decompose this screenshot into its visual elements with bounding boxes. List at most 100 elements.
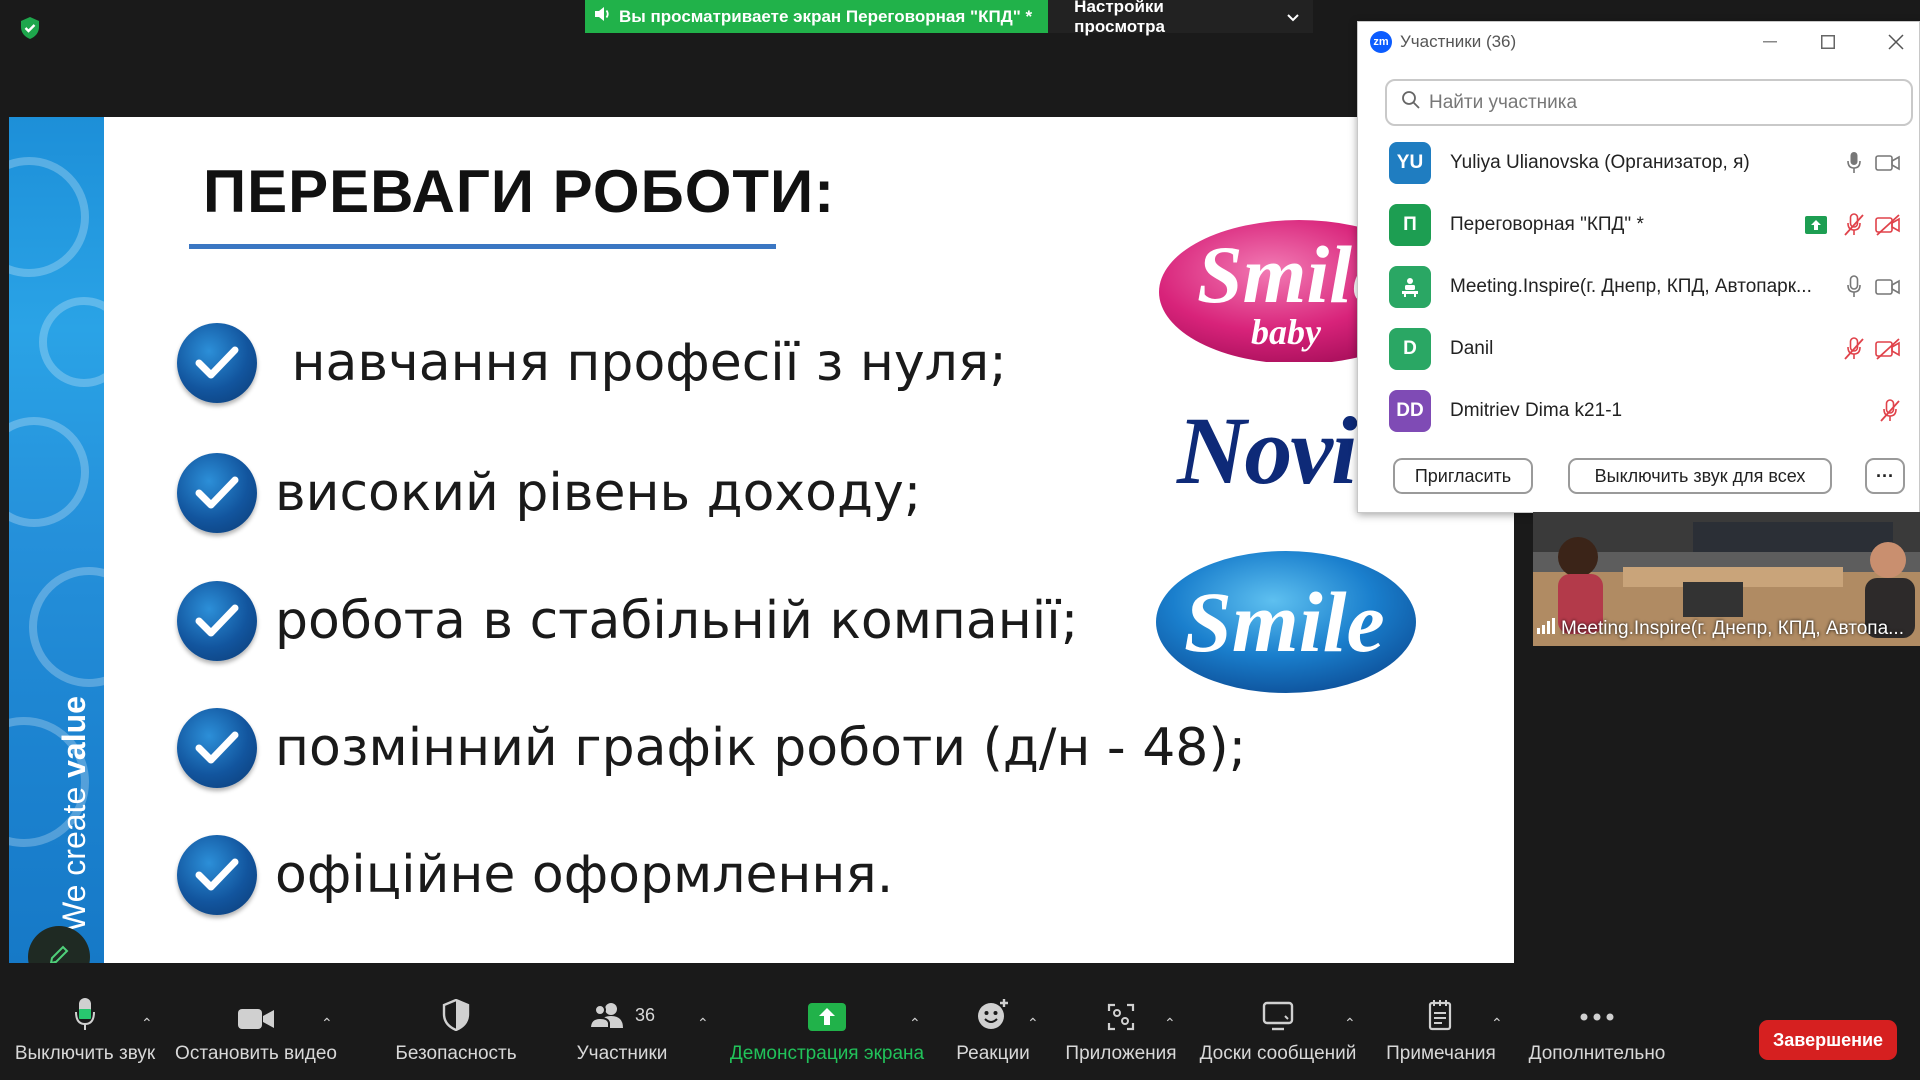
notes-button[interactable]: Примечания <box>1385 975 1497 1080</box>
reactions-button[interactable]: Реакции <box>950 975 1036 1080</box>
participant-row[interactable]: D Danil <box>1358 318 1919 380</box>
mute-label: Выключить звук <box>14 1043 156 1064</box>
participant-search-box[interactable] <box>1385 79 1913 126</box>
share-label: Демонстрация экрана <box>729 1043 925 1064</box>
slogan-light-text: We create <box>56 777 92 932</box>
participants-count: 36 <box>634 1004 656 1025</box>
notes-options-caret[interactable]: ⌃ <box>1491 1015 1503 1032</box>
microphone-muted-icon[interactable] <box>1841 336 1867 362</box>
participant-row[interactable]: YU Yuliya Ulianovska (Организатор, я) <box>1358 132 1919 194</box>
participant-row[interactable]: П Переговорная "КПД" * <box>1358 194 1919 256</box>
share-screen-icon <box>808 1003 846 1031</box>
participant-row[interactable]: Meeting.Inspire(г. Днепр, КПД, Автопарк.… <box>1358 256 1919 318</box>
share-screen-button[interactable]: Демонстрация экрана <box>730 975 924 1080</box>
microphone-muted-icon[interactable] <box>1877 398 1903 424</box>
mute-options-caret[interactable]: ⌃ <box>141 1015 153 1032</box>
bullet-text: позмінний графік роботи (д/н - 48); <box>275 718 1247 778</box>
maximize-button[interactable] <box>1813 28 1843 56</box>
more-button[interactable]: Дополнительно <box>1526 975 1668 1080</box>
slide-side-strip: We create value <box>9 117 104 963</box>
search-icon <box>1401 90 1421 115</box>
bullet-text: високий рівень доходу; <box>275 463 922 523</box>
whiteboards-label: Доски сообщений <box>1199 1043 1357 1064</box>
more-options-button[interactable]: ··· <box>1865 458 1905 494</box>
screen-share-banner: Вы просматриваете экран Переговорная "КП… <box>585 0 1314 36</box>
whiteboard-icon <box>1262 1001 1294 1031</box>
video-off-icon[interactable] <box>1875 212 1901 238</box>
reactions-label: Реакции <box>956 1043 1030 1064</box>
apps-options-caret[interactable]: ⌃ <box>1164 1015 1176 1032</box>
reactions-options-caret[interactable]: ⌃ <box>1027 1015 1039 1032</box>
security-button[interactable]: Безопасность <box>395 975 517 1080</box>
title-underline <box>189 244 776 249</box>
meeting-room-icon <box>1402 278 1418 297</box>
smile-logo: Smile <box>1156 551 1416 693</box>
close-button[interactable] <box>1881 28 1911 56</box>
participants-panel: zm Участники (36) YU Yuliya Ulianovska (… <box>1357 21 1920 513</box>
invite-button[interactable]: Пригласить <box>1393 458 1533 494</box>
chevron-down-icon <box>1287 7 1299 27</box>
microphone-icon[interactable] <box>1841 150 1867 176</box>
thumbnail-label: Meeting.Inspire(г. Днепр, КПД, Автопа... <box>1537 618 1904 640</box>
shared-screen-slide: We create value ПЕРЕВАГИ РОБОТИ: навчанн… <box>9 117 1514 963</box>
end-meeting-button[interactable]: Завершение <box>1759 1020 1897 1060</box>
meeting-toolbar: Выключить звук ⌃ Остановить видео ⌃ Безо… <box>0 975 1920 1080</box>
thumbnail-name: Meeting.Inspire(г. Днепр, КПД, Автопа... <box>1561 618 1904 639</box>
speaker-icon <box>593 5 613 28</box>
apps-icon <box>1107 1003 1135 1031</box>
viewing-screen-text: Вы просматриваете экран Переговорная "КП… <box>619 6 1033 26</box>
participants-button[interactable]: 36 Участники <box>574 975 670 1080</box>
video-camera-icon[interactable] <box>1875 150 1901 176</box>
participant-name: Danil <box>1450 338 1494 359</box>
participants-icon <box>588 1003 623 1029</box>
slogan-text: We create value <box>56 696 92 932</box>
participants-label: Участники <box>576 1043 668 1064</box>
checkmark-icon <box>177 581 257 661</box>
view-settings-label: Настройки просмотра <box>1074 0 1165 36</box>
participant-video-thumbnail[interactable]: Meeting.Inspire(г. Днепр, КПД, Автопа... <box>1533 512 1920 646</box>
participants-options-caret[interactable]: ⌃ <box>697 1015 709 1032</box>
microphone-muted-icon[interactable] <box>1841 212 1867 238</box>
video-options-caret[interactable]: ⌃ <box>321 1015 333 1032</box>
minimize-button[interactable] <box>1755 28 1785 56</box>
zoom-meeting-window: Вы просматриваете экран Переговорная "КП… <box>0 0 1920 1080</box>
stop-video-button[interactable]: Остановить видео <box>175 975 337 1080</box>
bullet-text: офіційне оформлення. <box>275 845 894 905</box>
participant-name: Переговорная "КПД" * <box>1450 214 1644 235</box>
video-camera-icon[interactable] <box>1875 274 1901 300</box>
checkmark-icon <box>177 453 257 533</box>
microphone-icon <box>75 998 95 1030</box>
security-shield-icon <box>442 999 470 1031</box>
participant-row[interactable]: DD Dmitriev Dima k21-1 <box>1358 380 1919 442</box>
view-settings-dropdown[interactable]: Настройки просмотра <box>1048 0 1314 36</box>
participant-name: Yuliya Ulianovska (Организатор, я) <box>1450 152 1750 173</box>
bullet-item: позмінний графік роботи (д/н - 48); <box>177 708 1246 788</box>
video-label: Остановить видео <box>175 1043 337 1064</box>
video-off-icon[interactable] <box>1875 336 1901 362</box>
apps-button[interactable]: Приложения <box>1062 975 1180 1080</box>
mute-all-button[interactable]: Выключить звук для всех <box>1568 458 1832 494</box>
apps-label: Приложения <box>1065 1043 1177 1064</box>
zoom-logo-icon: zm <box>1370 31 1392 53</box>
participant-search-input[interactable] <box>1429 91 1889 114</box>
bullet-text: робота в стабільній компанії; <box>275 591 1079 651</box>
novit-logo: Novit <box>1177 397 1382 504</box>
share-options-caret[interactable]: ⌃ <box>909 1015 921 1032</box>
checkmark-icon <box>177 708 257 788</box>
mute-button[interactable]: Выключить звук <box>12 975 158 1080</box>
bullet-text: навчання професії з нуля; <box>275 333 1007 393</box>
avatar: YU <box>1389 142 1431 184</box>
checkmark-icon <box>177 835 257 915</box>
whiteboards-button[interactable]: Доски сообщений <box>1198 975 1358 1080</box>
pencil-icon <box>47 943 71 963</box>
notes-icon <box>1428 1000 1452 1031</box>
notes-label: Примечания <box>1386 1043 1496 1064</box>
more-label: Дополнительно <box>1528 1043 1666 1064</box>
microphone-icon[interactable] <box>1841 274 1867 300</box>
signal-bars-icon <box>1537 618 1555 640</box>
svg-text:Smile: Smile <box>1184 574 1385 670</box>
bullet-item: навчання професії з нуля; <box>177 323 1007 403</box>
avatar: П <box>1389 204 1431 246</box>
whiteboards-options-caret[interactable]: ⌃ <box>1344 1015 1356 1032</box>
encryption-shield-icon[interactable] <box>18 16 42 40</box>
